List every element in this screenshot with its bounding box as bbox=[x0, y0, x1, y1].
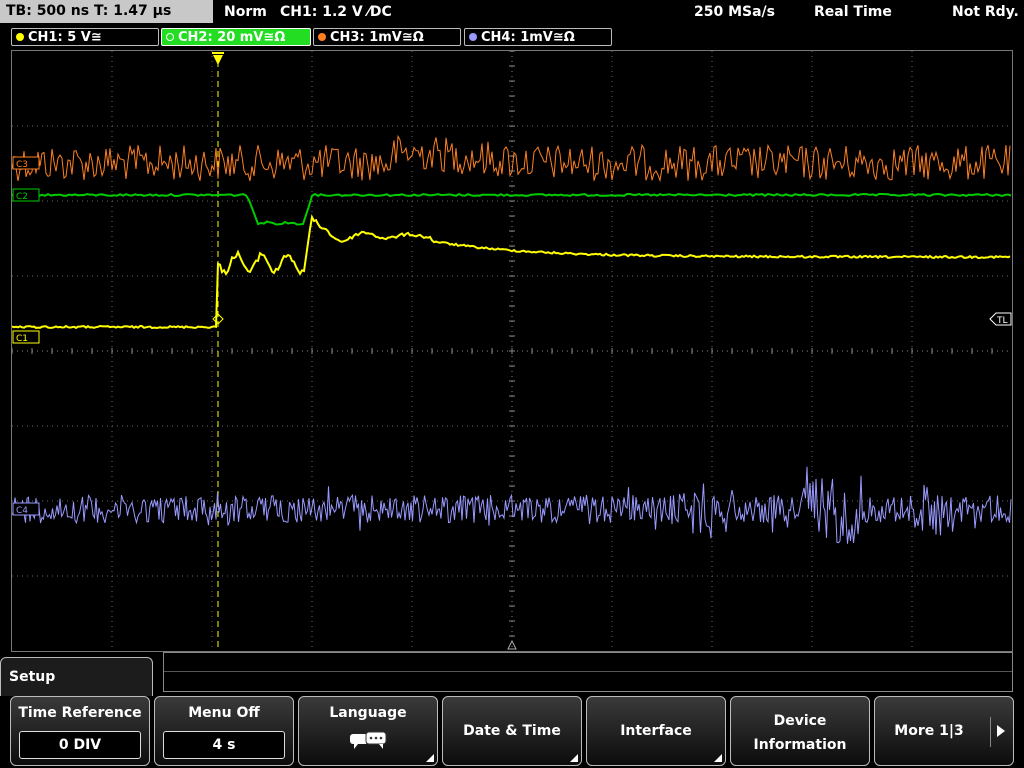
tab-ch4[interactable]: CH4: 1mV≅Ω bbox=[464, 28, 612, 46]
trigger-level-marker[interactable]: TL bbox=[989, 312, 1012, 326]
language-button[interactable]: Language bbox=[298, 696, 438, 766]
interface-label: Interface bbox=[620, 723, 692, 739]
trigger-source[interactable]: CH1: 1.2 V ⁄DC bbox=[280, 0, 392, 24]
interface-button[interactable]: Interface bbox=[586, 696, 726, 766]
time-reference-label: Time Reference bbox=[18, 705, 142, 721]
ch4-color-dot bbox=[469, 32, 477, 41]
time-reference-button[interactable]: Time Reference 0 DIV bbox=[10, 696, 150, 766]
speech-bubbles-icon bbox=[350, 731, 387, 749]
device-information-label-line2: Information bbox=[753, 737, 847, 753]
tab-ch1[interactable]: CH1: 5 V≅ bbox=[11, 28, 159, 46]
tab-ch3[interactable]: CH3: 1mV≅Ω bbox=[313, 28, 461, 46]
svg-text:C2: C2 bbox=[16, 192, 28, 202]
waveform-display[interactable]: C3 C2 C1 C4 TL bbox=[11, 50, 1013, 652]
sample-rate: 250 MSa/s bbox=[694, 4, 776, 20]
waveform-canvas: C3 C2 C1 C4 TL bbox=[12, 51, 1012, 651]
graticule bbox=[12, 51, 1012, 651]
arrow-right-icon bbox=[997, 725, 1005, 737]
more-button[interactable]: More 1|3 bbox=[874, 696, 1014, 766]
timebase-readout[interactable]: TB: 500 ns T: 1.47 µs bbox=[0, 0, 213, 23]
ch4-label: CH4: 1mV≅Ω bbox=[481, 30, 575, 45]
time-reference-value: 0 DIV bbox=[19, 731, 141, 759]
trigger-mode[interactable]: Norm bbox=[224, 0, 267, 24]
ch3-label: CH3: 1mV≅Ω bbox=[330, 30, 424, 45]
date-time-label: Date & Time bbox=[463, 723, 561, 739]
menu-title: Setup bbox=[0, 657, 153, 697]
ch3-reference-marker[interactable]: C3 bbox=[12, 156, 40, 170]
more-separator bbox=[990, 717, 991, 747]
ch1-color-dot bbox=[16, 32, 24, 41]
info-strip bbox=[163, 652, 1013, 692]
ready-status: Not Rdy. bbox=[952, 4, 1019, 20]
tab-ch2[interactable]: CH2: 20 mV≅Ω bbox=[161, 28, 311, 46]
language-label: Language bbox=[329, 705, 407, 721]
ch1-reference-marker[interactable]: C1 bbox=[12, 330, 40, 344]
menu-off-value: 4 s bbox=[163, 731, 285, 759]
svg-text:C1: C1 bbox=[16, 334, 28, 344]
softkey-bar: Time Reference 0 DIV Menu Off 4 s Langua… bbox=[0, 696, 1024, 768]
submenu-indicator-icon bbox=[570, 754, 578, 762]
ch2-color-dot bbox=[166, 32, 174, 41]
more-label: More 1|3 bbox=[894, 723, 964, 739]
svg-text:C3: C3 bbox=[16, 160, 28, 170]
ch3-color-dot bbox=[318, 32, 326, 41]
device-information-label-line1: Device bbox=[773, 713, 827, 729]
ch1-label: CH1: 5 V≅ bbox=[28, 30, 102, 45]
svg-text:TL: TL bbox=[996, 316, 1008, 326]
date-time-button[interactable]: Date & Time bbox=[442, 696, 582, 766]
ch4-reference-marker[interactable]: C4 bbox=[12, 502, 40, 516]
device-information-button[interactable]: Device Information bbox=[730, 696, 870, 766]
submenu-indicator-icon bbox=[714, 754, 722, 762]
menu-off-button[interactable]: Menu Off 4 s bbox=[154, 696, 294, 766]
svg-text:C4: C4 bbox=[16, 506, 28, 516]
ch2-label: CH2: 20 mV≅Ω bbox=[178, 30, 286, 45]
acquisition-mode: Real Time bbox=[814, 4, 892, 20]
submenu-indicator-icon bbox=[426, 754, 434, 762]
menu-off-label: Menu Off bbox=[188, 705, 260, 721]
ch2-reference-marker[interactable]: C2 bbox=[12, 188, 40, 202]
status-bar: TB: 500 ns T: 1.47 µs Norm CH1: 1.2 V ⁄D… bbox=[0, 0, 1024, 24]
